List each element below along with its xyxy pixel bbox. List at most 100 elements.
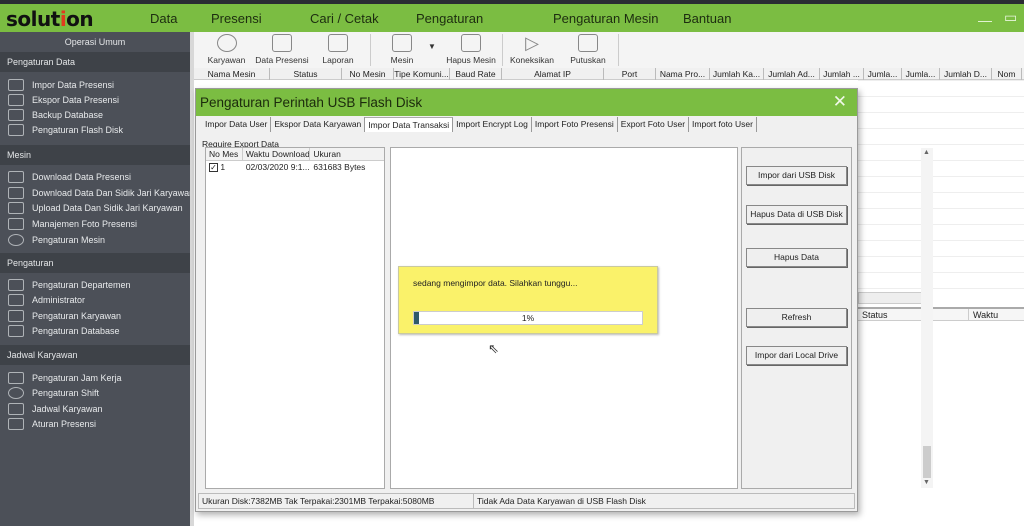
column-header[interactable]: No Mesin <box>342 68 394 80</box>
trash-icon <box>461 34 481 52</box>
toolbar-divider <box>502 34 503 66</box>
sidebar-item-pengaturan-mesin[interactable]: Pengaturan Mesin <box>8 234 105 246</box>
status-bar: Ukuran Disk:7382MB Tak Terpakai:2301MB T… <box>198 493 855 509</box>
minimize-icon[interactable]: — <box>978 12 992 28</box>
list-item[interactable]: ✓ 1 02/03/2020 9:1... 631683 Bytes <box>206 161 384 175</box>
tab-import-encrypt-log[interactable]: Import Encrypt Log <box>453 117 532 132</box>
users-icon <box>216 34 237 52</box>
mesin-dropdown-icon[interactable]: ▼ <box>428 42 436 51</box>
hapus-data-usb-disk-button[interactable]: Hapus Data di USB Disk <box>746 205 847 224</box>
column-header[interactable]: Nom <box>992 68 1022 80</box>
sidebar: Operasi Umum Pengaturan Data Impor Data … <box>0 32 194 526</box>
column-header[interactable]: Status <box>270 68 342 80</box>
tab-impor-data-user[interactable]: Impor Data User <box>202 117 272 132</box>
menu-data[interactable]: Data <box>150 11 177 26</box>
sidebar-item-administrator[interactable]: Administrator <box>8 294 85 306</box>
column-header[interactable]: Baud Rate <box>450 68 502 80</box>
menu-pengaturan-mesin[interactable]: Pengaturan Mesin <box>553 11 659 26</box>
impor-dari-local-drive-button[interactable]: Impor dari Local Drive <box>746 346 847 365</box>
data-presensi-button[interactable]: Data Presensi <box>254 32 310 65</box>
list-header[interactable]: Waktu Download <box>243 148 311 160</box>
tab-impor-data-transaksi[interactable]: Impor Data Transaksi <box>365 117 454 132</box>
column-header[interactable]: Jumlah ... <box>820 68 864 80</box>
section-pengaturan-data[interactable]: Pengaturan Data <box>0 52 190 72</box>
sidebar-item-download-data-presensi[interactable]: Download Data Presensi <box>8 171 131 183</box>
close-icon[interactable]: ✕ <box>833 92 847 112</box>
tab-import-foto-user[interactable]: Import foto User <box>689 117 757 132</box>
import-icon <box>8 79 24 91</box>
impor-dari-usb-disk-button[interactable]: Impor dari USB Disk <box>746 166 847 185</box>
menu-bantuan[interactable]: Bantuan <box>683 11 731 26</box>
laporan-button[interactable]: Laporan <box>316 32 360 65</box>
column-header[interactable]: Jumla... <box>864 68 902 80</box>
vertical-scrollbar[interactable]: ▲ ▼ <box>921 148 933 488</box>
mouse-cursor-icon: ⇖ <box>488 341 499 356</box>
calendar-icon <box>8 403 24 415</box>
sidebar-item-jadwal[interactable]: Jadwal Karyawan <box>8 403 103 415</box>
download-icon <box>8 171 24 183</box>
list-header[interactable]: No Mes <box>206 148 243 160</box>
play-icon: ▷ <box>525 33 539 53</box>
column-header[interactable]: Nama Mesin <box>194 68 270 80</box>
tab-export-foto-user[interactable]: Export Foto User <box>618 117 690 132</box>
user-download-icon <box>8 187 24 199</box>
sidebar-item-pengaturan-database[interactable]: Pengaturan Database <box>8 325 120 337</box>
progress-popup: sedang mengimpor data. Silahkan tunggu..… <box>398 266 658 334</box>
section-jadwal-karyawan[interactable]: Jadwal Karyawan <box>0 345 190 365</box>
menu-bar: solution Data Presensi Cari / Cetak Peng… <box>0 4 1024 32</box>
sidebar-item-upload-sidik-jari[interactable]: Upload Data Dan Sidik Jari Karyawan <box>8 202 183 214</box>
mesin-button[interactable]: Mesin <box>384 32 420 65</box>
sidebar-scrollbar[interactable] <box>190 32 194 526</box>
sidebar-item-aturan-presensi[interactable]: Aturan Presensi <box>8 418 96 430</box>
sidebar-item-ekspor-data-presensi[interactable]: Ekspor Data Presensi <box>8 94 119 106</box>
logo: solution <box>6 7 94 31</box>
dialog-title: Pengaturan Perintah USB Flash Disk <box>196 89 857 116</box>
column-header[interactable]: Nama Pro... <box>656 68 710 80</box>
section-mesin[interactable]: Mesin <box>0 145 190 165</box>
sidebar-item-pengaturan-flash-disk[interactable]: Pengaturan Flash Disk <box>8 124 123 136</box>
section-pengaturan[interactable]: Pengaturan <box>0 253 190 273</box>
refresh-button[interactable]: Refresh <box>746 308 847 327</box>
document-icon <box>8 279 24 291</box>
karyawan-button[interactable]: Karyawan <box>204 32 249 65</box>
sidebar-item-pengaturan-departemen[interactable]: Pengaturan Departemen <box>8 279 131 291</box>
user-icon <box>8 294 24 306</box>
export-icon <box>8 94 24 106</box>
sidebar-item-download-sidik-jari[interactable]: Download Data Dan Sidik Jari Karyawan <box>8 187 194 199</box>
menu-presensi[interactable]: Presensi <box>211 11 262 26</box>
rules-icon <box>8 418 24 430</box>
hapus-data-button[interactable]: Hapus Data <box>746 248 847 267</box>
column-header[interactable]: Port <box>604 68 656 80</box>
column-header-status[interactable]: Status <box>862 310 888 320</box>
menu-pengaturan[interactable]: Pengaturan <box>416 11 483 26</box>
tab-import-foto-presensi[interactable]: Import Foto Presensi <box>532 117 618 132</box>
sidebar-item-shift[interactable]: Pengaturan Shift <box>8 387 99 399</box>
upload-icon <box>8 202 24 214</box>
column-header[interactable]: Alamat IP <box>502 68 604 80</box>
sidebar-item-backup-database[interactable]: Backup Database <box>8 109 103 121</box>
row-checkbox[interactable]: ✓ <box>209 163 218 173</box>
koneksikan-button[interactable]: ▷ Koneksikan <box>508 32 556 65</box>
column-header[interactable]: Jumlah D... <box>940 68 992 80</box>
log-table-header: Status Waktu <box>858 307 1024 321</box>
sidebar-item-manajemen-foto[interactable]: Manajemen Foto Presensi <box>8 218 137 230</box>
menu-cari-cetak[interactable]: Cari / Cetak <box>310 11 379 26</box>
column-header-waktu[interactable]: Waktu <box>968 309 1002 321</box>
row-size: 631683 Bytes <box>313 162 366 172</box>
hapus-mesin-button[interactable]: Hapus Mesin <box>444 32 498 65</box>
sidebar-item-jam-kerja[interactable]: Pengaturan Jam Kerja <box>8 372 122 384</box>
column-header[interactable]: Jumlah Ka... <box>710 68 764 80</box>
maximize-icon[interactable]: ▭ <box>1004 9 1017 26</box>
sidebar-item-pengaturan-karyawan[interactable]: Pengaturan Karyawan <box>8 310 121 322</box>
column-header[interactable]: Jumla... <box>902 68 940 80</box>
machine-icon <box>392 34 412 52</box>
sidebar-item-impor-data-presensi[interactable]: Impor Data Presensi <box>8 79 114 91</box>
tab-ekspor-data-karyawan[interactable]: Ekspor Data Karyawan <box>271 117 366 132</box>
list-header[interactable]: Ukuran <box>310 148 384 160</box>
toolbar-divider <box>370 34 371 66</box>
column-header[interactable]: Jumlah Ad... <box>764 68 820 80</box>
usb-flash-disk-dialog: Pengaturan Perintah USB Flash Disk ✕ Imp… <box>195 88 933 512</box>
putuskan-button[interactable]: Putuskan <box>566 32 610 65</box>
action-panel: Impor dari USB Disk Hapus Data di USB Di… <box>741 147 852 489</box>
column-header[interactable]: Tipe Komuni... <box>394 68 450 80</box>
